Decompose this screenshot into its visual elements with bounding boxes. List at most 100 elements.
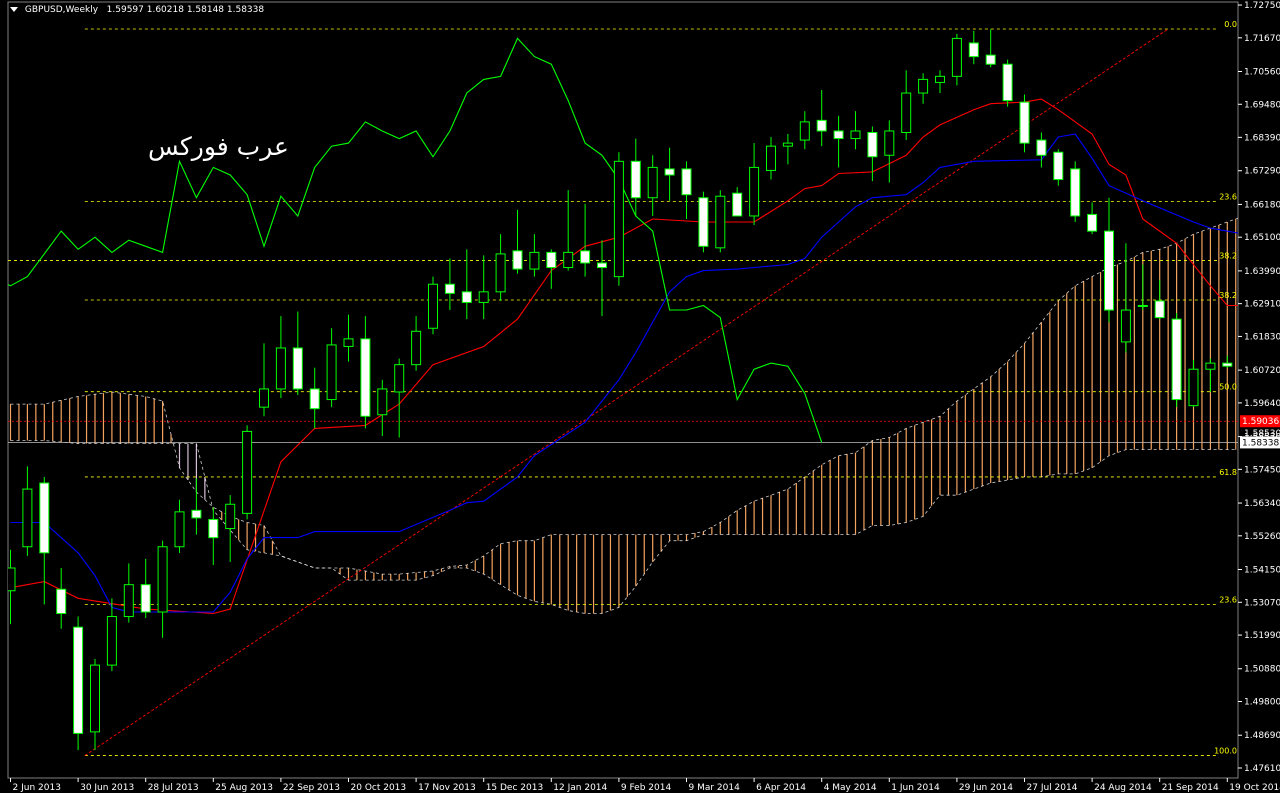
y-tick-label: 1.56340: [1244, 499, 1280, 509]
y-tick-label: 1.48690: [1244, 731, 1280, 741]
candle-body: [1019, 101, 1030, 144]
candle-body: [715, 195, 726, 249]
chart-canvas[interactable]: 0.0 23.6 38.2 38.2 50.0 61.8 23.6 100.0 1.72750 1…: [0, 0, 1280, 793]
candle-body: [242, 430, 253, 514]
x-tick-label: 15 Dec 2013: [486, 783, 544, 793]
candle-body: [901, 92, 912, 133]
candle-body: [799, 121, 810, 141]
fibo-label: 23.6: [1219, 595, 1237, 604]
chart-background: [0, 0, 1280, 793]
candle-body: [1053, 151, 1064, 181]
y-tick-label: 1.66180: [1244, 200, 1280, 210]
candle-body: [309, 388, 320, 410]
x-tick-label: 1 Jun 2014: [891, 783, 940, 793]
candle: [698, 191, 709, 253]
candle: [1019, 94, 1030, 153]
fibo-label: 100.0: [1214, 747, 1237, 756]
current-price-label: 1.58338: [1242, 438, 1279, 448]
y-tick-label: 1.57450: [1244, 465, 1280, 475]
x-tick-label: 25 Aug 2013: [215, 783, 273, 793]
y-tick-label: 1.68390: [1244, 133, 1280, 143]
candle-body: [292, 347, 303, 390]
candle-body: [951, 37, 962, 77]
watermark-text: عرب فوركس: [148, 132, 289, 161]
candle-body: [816, 119, 827, 132]
y-tick-label: 1.72750: [1244, 1, 1280, 11]
candle-body: [1002, 63, 1013, 102]
candle-body: [343, 338, 354, 347]
candle-body: [157, 546, 168, 613]
fibo-label: 0.0: [1224, 20, 1237, 29]
candle-body: [123, 584, 134, 618]
ohlc-readout: 1.59597 1.60218 1.58148 1.58338: [106, 5, 265, 15]
candle-body: [698, 197, 709, 247]
candle-body: [394, 364, 405, 393]
x-tick-label: 30 Jun 2013: [80, 783, 134, 793]
candle: [428, 276, 438, 335]
candle-body: [326, 344, 337, 401]
candle-body: [1104, 230, 1114, 311]
y-tick-label: 1.70560: [1244, 67, 1280, 77]
candle-body: [1188, 368, 1199, 407]
ask-price-label: 1.59036: [1242, 417, 1279, 427]
x-tick-label: 28 Jul 2013: [148, 783, 199, 793]
x-tick-label: 17 Nov 2013: [418, 783, 476, 793]
candle-body: [225, 503, 236, 530]
candle-body: [444, 283, 455, 294]
x-tick-label: 27 Jul 2014: [1027, 783, 1078, 793]
fibo-label: 50.0: [1219, 383, 1237, 392]
candle-body: [428, 283, 438, 329]
y-tick-label: 1.54150: [1244, 566, 1280, 576]
candle-body: [563, 251, 574, 269]
candle-body: [681, 168, 692, 196]
candle-body: [140, 584, 151, 613]
y-tick-label: 1.69480: [1244, 100, 1280, 110]
candle-body: [1222, 362, 1233, 367]
candle-body: [968, 42, 979, 58]
chart-header: GBPUSD,Weekly 1.59597 1.60218 1.58148 1.…: [10, 5, 264, 15]
symbol-timeframe: GBPUSD,Weekly: [24, 5, 99, 15]
candle-body: [461, 291, 472, 303]
x-tick-label: 2 Jun 2013: [13, 783, 61, 793]
y-tick-label: 1.51990: [1244, 631, 1280, 641]
candle-body: [90, 664, 100, 733]
candle-body: [1171, 318, 1182, 401]
candle-body: [850, 130, 861, 140]
x-tick-label: 9 Mar 2014: [689, 783, 741, 793]
candle-body: [664, 168, 675, 176]
fibo-label: 23.6: [1219, 192, 1237, 201]
x-tick-label: 12 Jan 2014: [553, 783, 607, 793]
x-tick-label: 29 Jun 2014: [959, 783, 1013, 793]
y-tick-label: 1.67290: [1244, 167, 1280, 177]
candle-body: [529, 251, 540, 270]
candle-body: [732, 192, 743, 217]
candle-body: [1154, 300, 1165, 319]
y-tick-label: 1.59640: [1244, 399, 1280, 409]
y-tick-label: 1.71670: [1244, 34, 1280, 44]
candle-body: [884, 130, 895, 156]
candle-body: [377, 388, 388, 416]
y-tick-label: 1.62910: [1244, 300, 1280, 310]
y-tick-label: 1.61830: [1244, 332, 1280, 342]
candle-body: [833, 130, 844, 140]
fibo-label: 61.8: [1219, 468, 1237, 477]
candle-body: [478, 291, 489, 303]
candle-body: [985, 54, 996, 65]
partial-tick-label: 1.58530: [1244, 429, 1280, 439]
y-tick-label: 1.53070: [1244, 598, 1280, 608]
candle-body: [1087, 213, 1098, 232]
x-tick-label: 19 Oct 2014: [1229, 783, 1280, 793]
y-tick-label: 1.47610: [1244, 764, 1280, 774]
candle: [1070, 161, 1081, 223]
dropdown-arrow-icon[interactable]: [10, 7, 18, 12]
y-tick-label: 1.63990: [1244, 267, 1280, 277]
candle: [242, 425, 253, 520]
y-tick-label: 1.55260: [1244, 532, 1280, 542]
candle-body: [918, 78, 929, 94]
x-tick-label: 20 Oct 2013: [351, 783, 407, 793]
candle: [1171, 313, 1182, 408]
x-tick-label: 9 Feb 2014: [621, 783, 672, 793]
fibo-label: 38.2: [1219, 252, 1237, 261]
x-tick-label: 21 Sep 2014: [1162, 783, 1219, 793]
candle: [715, 190, 726, 253]
